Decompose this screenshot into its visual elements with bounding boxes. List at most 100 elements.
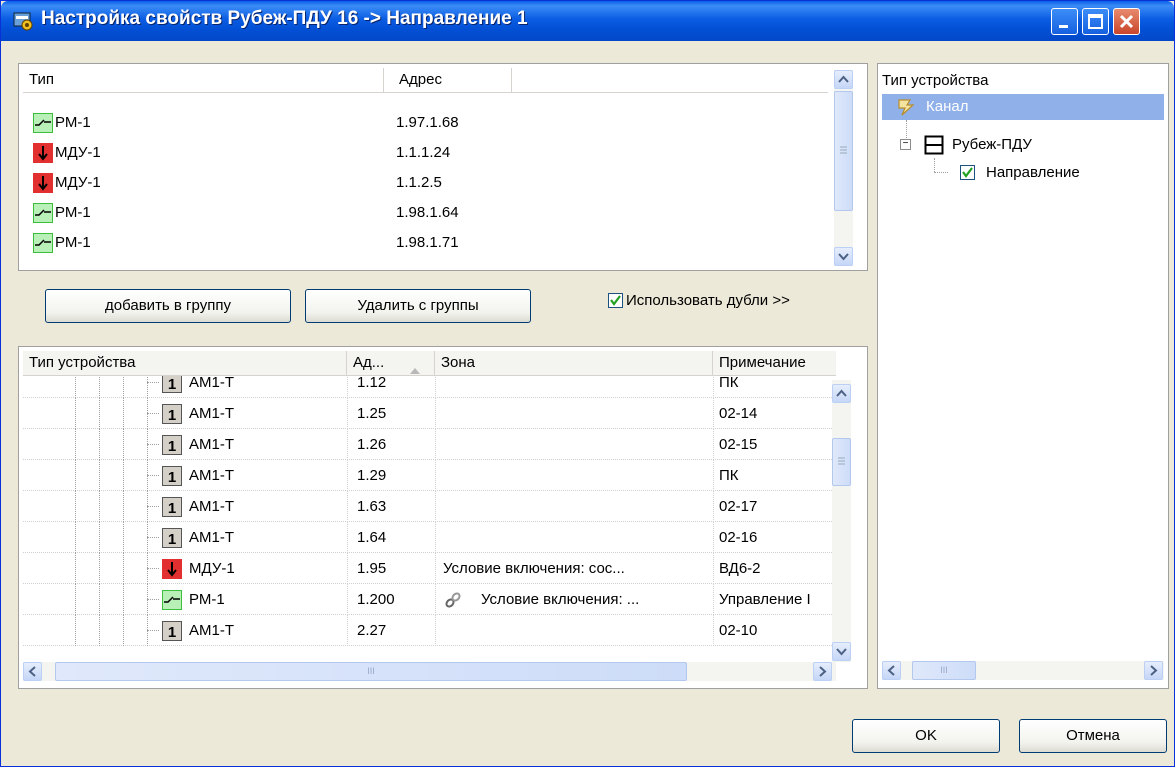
top-table-row[interactable]: МДУ-1 1.1.2.5 — [23, 168, 828, 198]
scroll-thumb-horizontal[interactable]: III — [55, 662, 687, 681]
am1-icon: 1 — [162, 528, 182, 548]
tree-guide-line — [75, 376, 76, 398]
add-to-group-button[interactable]: добавить в группу — [45, 289, 291, 323]
tree-item-rubezh-pdu-label: Рубеж-ПДУ — [952, 136, 1032, 153]
device-address: 1.98.1.64 — [396, 204, 459, 221]
table-row[interactable]: 1 АМ1-Т 1.26 02-15 — [23, 429, 832, 460]
top-table-vertical-scrollbar[interactable] — [834, 70, 853, 266]
top-table-row[interactable]: РМ-1 1.98.1.64 — [23, 198, 828, 228]
column-header-address[interactable]: Ад... — [347, 351, 435, 375]
svg-text:1: 1 — [168, 624, 176, 641]
device-type: МДУ-1 — [55, 144, 101, 161]
column-header-zone[interactable]: Зона — [435, 351, 713, 375]
device-address: 1.25 — [357, 405, 387, 422]
tree-item-channel[interactable]: Канал — [882, 94, 1164, 120]
scroll-left-button[interactable] — [23, 662, 42, 681]
column-divider — [713, 522, 714, 553]
bottom-table-vertical-scrollbar[interactable] — [832, 380, 851, 662]
relay-icon — [162, 590, 182, 610]
device-address: 1.26 — [357, 436, 387, 453]
tree-guide-line — [147, 568, 159, 569]
note-cell: ПК — [719, 376, 739, 391]
column-divider — [347, 522, 348, 553]
tree-guide-line — [147, 475, 159, 476]
device-address: 1.1.1.24 — [396, 144, 451, 161]
use-duplicates-label[interactable]: Использовать дубли >> — [626, 289, 790, 313]
tree-guide-line — [75, 522, 76, 553]
relay-icon — [33, 203, 53, 223]
table-row[interactable]: МДУ-1 1.95 Условие включения: сос... ВД6-2 — [23, 553, 832, 584]
device-type: АМ1-Т — [189, 436, 234, 453]
table-row[interactable]: РМ-1 1.200 Условие включения: ... Управлени… — [23, 584, 832, 615]
note-cell: Управление I — [719, 591, 811, 608]
tree-guide-line — [123, 429, 124, 460]
column-header-type[interactable]: Тип — [23, 68, 384, 92]
top-table-row[interactable]: МДУ-1 1.1.1.24 — [23, 138, 828, 168]
tree-guide-line — [123, 376, 124, 398]
use-duplicates-checkbox[interactable] — [608, 293, 623, 308]
column-divider — [347, 584, 348, 615]
tree-guide-line — [75, 615, 76, 646]
column-header-device-type[interactable]: Тип устройства — [23, 351, 347, 375]
column-header-address[interactable]: Адрес — [384, 68, 512, 92]
table-row[interactable]: 1 АМ1-Т 1.64 02-16 — [23, 522, 832, 553]
scroll-down-button[interactable] — [832, 642, 851, 661]
scroll-thumb[interactable] — [834, 91, 853, 211]
ok-button[interactable]: OK — [852, 719, 1000, 753]
tree-item-rubezh-pdu[interactable]: − Рубеж-ПДУ — [882, 132, 1164, 158]
scroll-left-button[interactable] — [882, 661, 901, 680]
device-type: АМ1-Т — [189, 405, 234, 422]
column-divider — [713, 376, 714, 398]
column-divider — [347, 460, 348, 491]
am1-icon: 1 — [162, 435, 182, 455]
note-cell: 02-14 — [719, 405, 758, 422]
tree-item-direction-label: Направление — [986, 164, 1080, 181]
column-divider — [713, 615, 714, 646]
note-cell: 02-17 — [719, 498, 758, 515]
top-table-row[interactable]: РМ-1 1.97.1.68 — [23, 108, 828, 138]
tree-item-direction[interactable]: Направление — [882, 160, 1164, 186]
tree-collapse-toggle[interactable]: − — [900, 139, 911, 150]
scroll-right-button[interactable] — [1144, 661, 1163, 680]
scroll-thumb-horizontal[interactable]: III — [912, 661, 976, 680]
zone-cell: Условие включения: ... — [481, 591, 640, 608]
tree-guide-line — [147, 413, 159, 414]
column-header-note[interactable]: Примечание — [713, 351, 836, 375]
remove-from-group-button[interactable]: Удалить с группы — [305, 289, 531, 323]
close-button[interactable] — [1113, 8, 1140, 35]
cancel-button[interactable]: Отмена — [1019, 719, 1167, 753]
top-table-row[interactable]: РМ-1 1.98.1.71 — [23, 228, 828, 258]
scroll-up-button[interactable] — [832, 384, 851, 403]
direction-checkbox[interactable] — [960, 165, 975, 180]
am1-icon: 1 — [162, 621, 182, 641]
tree-horizontal-scrollbar[interactable]: III — [882, 661, 1164, 680]
am1-icon: 1 — [162, 376, 182, 393]
window-title: Настройка свойств Рубеж-ПДУ 16 -> Направ… — [41, 8, 528, 29]
column-divider — [435, 553, 436, 584]
mdu-icon — [33, 143, 53, 163]
table-row[interactable]: 1 АМ1-Т 1.25 02-14 — [23, 398, 832, 429]
column-divider — [435, 376, 436, 398]
maximize-button[interactable] — [1082, 8, 1109, 35]
scroll-down-button[interactable] — [834, 247, 853, 266]
tree-guide-line — [147, 382, 159, 383]
device-address: 1.200 — [357, 591, 395, 608]
relay-icon — [33, 113, 53, 133]
table-row[interactable]: 1 АМ1-Т 1.63 02-17 — [23, 491, 832, 522]
bottom-table-horizontal-scrollbar[interactable]: III — [23, 662, 836, 681]
scroll-right-button[interactable] — [813, 662, 832, 681]
device-type: АМ1-Т — [189, 498, 234, 515]
device-type: АМ1-Т — [189, 622, 234, 639]
table-row[interactable]: 1 АМ1-Т 1.12 ПК — [23, 376, 832, 398]
minimize-button[interactable] — [1051, 8, 1078, 35]
tree-guide-line — [75, 429, 76, 460]
scroll-thumb[interactable] — [832, 438, 851, 486]
table-row[interactable]: 1 АМ1-Т 1.29 ПК — [23, 460, 832, 491]
table-row[interactable]: 1 АМ1-Т 2.27 02-10 — [23, 615, 832, 646]
column-divider — [713, 553, 714, 584]
title-bar[interactable]: Настройка свойств Рубеж-ПДУ 16 -> Направ… — [1, 1, 1174, 41]
tree-guide-line — [147, 630, 159, 631]
top-table-header: Тип Адрес — [23, 68, 828, 93]
scroll-up-button[interactable] — [834, 70, 853, 89]
device-address: 1.1.2.5 — [396, 174, 442, 191]
